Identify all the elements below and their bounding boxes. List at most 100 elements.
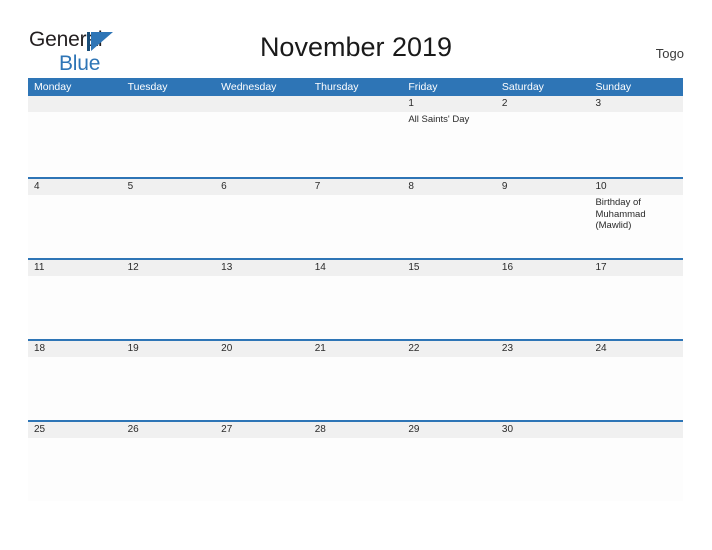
week-event-band: Birthday of Muhammad (Mawlid) [28, 195, 683, 258]
day-cell-12[interactable] [122, 276, 216, 339]
week-event-band [28, 357, 683, 420]
week-event-band [28, 276, 683, 339]
day-number-30[interactable]: 30 [496, 422, 590, 438]
week-event-band [28, 438, 683, 501]
day-number-1[interactable]: 1 [402, 96, 496, 112]
day-number-25[interactable]: 25 [28, 422, 122, 438]
calendar-week-row: 25 26 27 28 29 30 [28, 420, 683, 501]
day-cell-13[interactable] [215, 276, 309, 339]
day-number-10[interactable]: 10 [589, 179, 683, 195]
day-number-27[interactable]: 27 [215, 422, 309, 438]
day-number-empty [215, 96, 309, 112]
day-number-28[interactable]: 28 [309, 422, 403, 438]
day-cell-22[interactable] [402, 357, 496, 420]
day-number-16[interactable]: 16 [496, 260, 590, 276]
day-cell-24[interactable] [589, 357, 683, 420]
day-cell-18[interactable] [28, 357, 122, 420]
day-cell-9[interactable] [496, 195, 590, 258]
day-cell-14[interactable] [309, 276, 403, 339]
day-cell-8[interactable] [402, 195, 496, 258]
day-cell-10[interactable]: Birthday of Muhammad (Mawlid) [589, 195, 683, 258]
day-number-4[interactable]: 4 [28, 179, 122, 195]
calendar-grid: Monday Tuesday Wednesday Thursday Friday Satu… [28, 78, 683, 501]
day-cell-5[interactable] [122, 195, 216, 258]
week-daynum-band: 4 5 6 7 8 9 10 [28, 179, 683, 195]
week-daynum-band: 25 26 27 28 29 30 [28, 422, 683, 438]
day-number-7[interactable]: 7 [309, 179, 403, 195]
week-daynum-band: 11 12 13 14 15 16 17 [28, 260, 683, 276]
day-cell-4[interactable] [28, 195, 122, 258]
calendar-week-row: 4 5 6 7 8 9 10 Birthday of Muhammad (Mawlid) [28, 177, 683, 258]
day-cell-29[interactable] [402, 438, 496, 501]
weekday-header-friday: Friday [408, 81, 438, 93]
day-cell-empty [215, 112, 309, 175]
country-label: Togo [655, 46, 684, 61]
weekday-header-wednesday: Wednesday [221, 81, 277, 93]
day-cell-empty [122, 112, 216, 175]
day-number-29[interactable]: 29 [402, 422, 496, 438]
day-cell-26[interactable] [122, 438, 216, 501]
day-number-24[interactable]: 24 [589, 341, 683, 357]
day-cell-23[interactable] [496, 357, 590, 420]
day-number-2[interactable]: 2 [496, 96, 590, 112]
day-number-empty [28, 96, 122, 112]
calendar-week-row: 1 2 3 All Saints' Day [28, 96, 683, 177]
day-cell-3[interactable] [589, 112, 683, 175]
day-cell-27[interactable] [215, 438, 309, 501]
day-number-empty [589, 422, 683, 438]
week-daynum-band: 123 [28, 96, 683, 112]
calendar-week-row: 11 12 13 14 15 16 17 [28, 258, 683, 339]
day-number-8[interactable]: 8 [402, 179, 496, 195]
week-event-band: All Saints' Day [28, 112, 683, 175]
day-cell-7[interactable] [309, 195, 403, 258]
day-number-5[interactable]: 5 [122, 179, 216, 195]
day-cell-21[interactable] [309, 357, 403, 420]
page-title: November 2019 [259, 32, 453, 62]
day-number-empty [309, 96, 403, 112]
holiday-event-label: Birthday of Muhammad (Mawlid) [595, 197, 646, 231]
day-number-13[interactable]: 13 [215, 260, 309, 276]
day-number-17[interactable]: 17 [589, 260, 683, 276]
day-cell-17[interactable] [589, 276, 683, 339]
holiday-event-label: All Saints' Day [408, 114, 470, 125]
day-cell-19[interactable] [122, 357, 216, 420]
day-number-14[interactable]: 14 [309, 260, 403, 276]
calendar-week-row: 18 19 20 21 22 23 24 [28, 339, 683, 420]
day-number-26[interactable]: 26 [122, 422, 216, 438]
day-cell-15[interactable] [402, 276, 496, 339]
day-number-11[interactable]: 11 [28, 260, 122, 276]
day-number-3[interactable]: 3 [589, 96, 683, 112]
day-cell-empty [28, 112, 122, 175]
day-number-22[interactable]: 22 [402, 341, 496, 357]
day-number-23[interactable]: 23 [496, 341, 590, 357]
day-cell-empty [589, 438, 683, 501]
weekday-header-monday: Monday [34, 81, 72, 93]
day-number-12[interactable]: 12 [122, 260, 216, 276]
day-number-18[interactable]: 18 [28, 341, 122, 357]
week-daynum-band: 18 19 20 21 22 23 24 [28, 341, 683, 357]
day-cell-6[interactable] [215, 195, 309, 258]
day-number-9[interactable]: 9 [496, 179, 590, 195]
day-cell-empty [309, 112, 403, 175]
weekday-header-tuesday: Tuesday [127, 81, 168, 93]
day-number-20[interactable]: 20 [215, 341, 309, 357]
day-cell-28[interactable] [309, 438, 403, 501]
weekday-header-thursday: Thursday [314, 81, 359, 93]
page-header: General Blue November 2019 Togo [0, 0, 712, 78]
day-cell-16[interactable] [496, 276, 590, 339]
day-number-15[interactable]: 15 [402, 260, 496, 276]
weekday-header-row: Monday Tuesday Wednesday Thursday Friday Satu… [28, 78, 683, 96]
day-cell-30[interactable] [496, 438, 590, 501]
calendar-weeks: 1 2 3 All Saints' Day 4 5 6 7 8 9 10 Birthday of Mu… [28, 96, 683, 501]
weekday-header-sunday: Sunday [595, 81, 632, 93]
day-number-19[interactable]: 19 [122, 341, 216, 357]
day-cell-2[interactable] [496, 112, 590, 175]
day-number-6[interactable]: 6 [215, 179, 309, 195]
day-cell-25[interactable] [28, 438, 122, 501]
day-number-empty [122, 96, 216, 112]
weekday-header-saturday: Saturday [501, 81, 544, 93]
day-number-21[interactable]: 21 [309, 341, 403, 357]
day-cell-20[interactable] [215, 357, 309, 420]
day-cell-1[interactable]: All Saints' Day [402, 112, 496, 175]
day-cell-11[interactable] [28, 276, 122, 339]
